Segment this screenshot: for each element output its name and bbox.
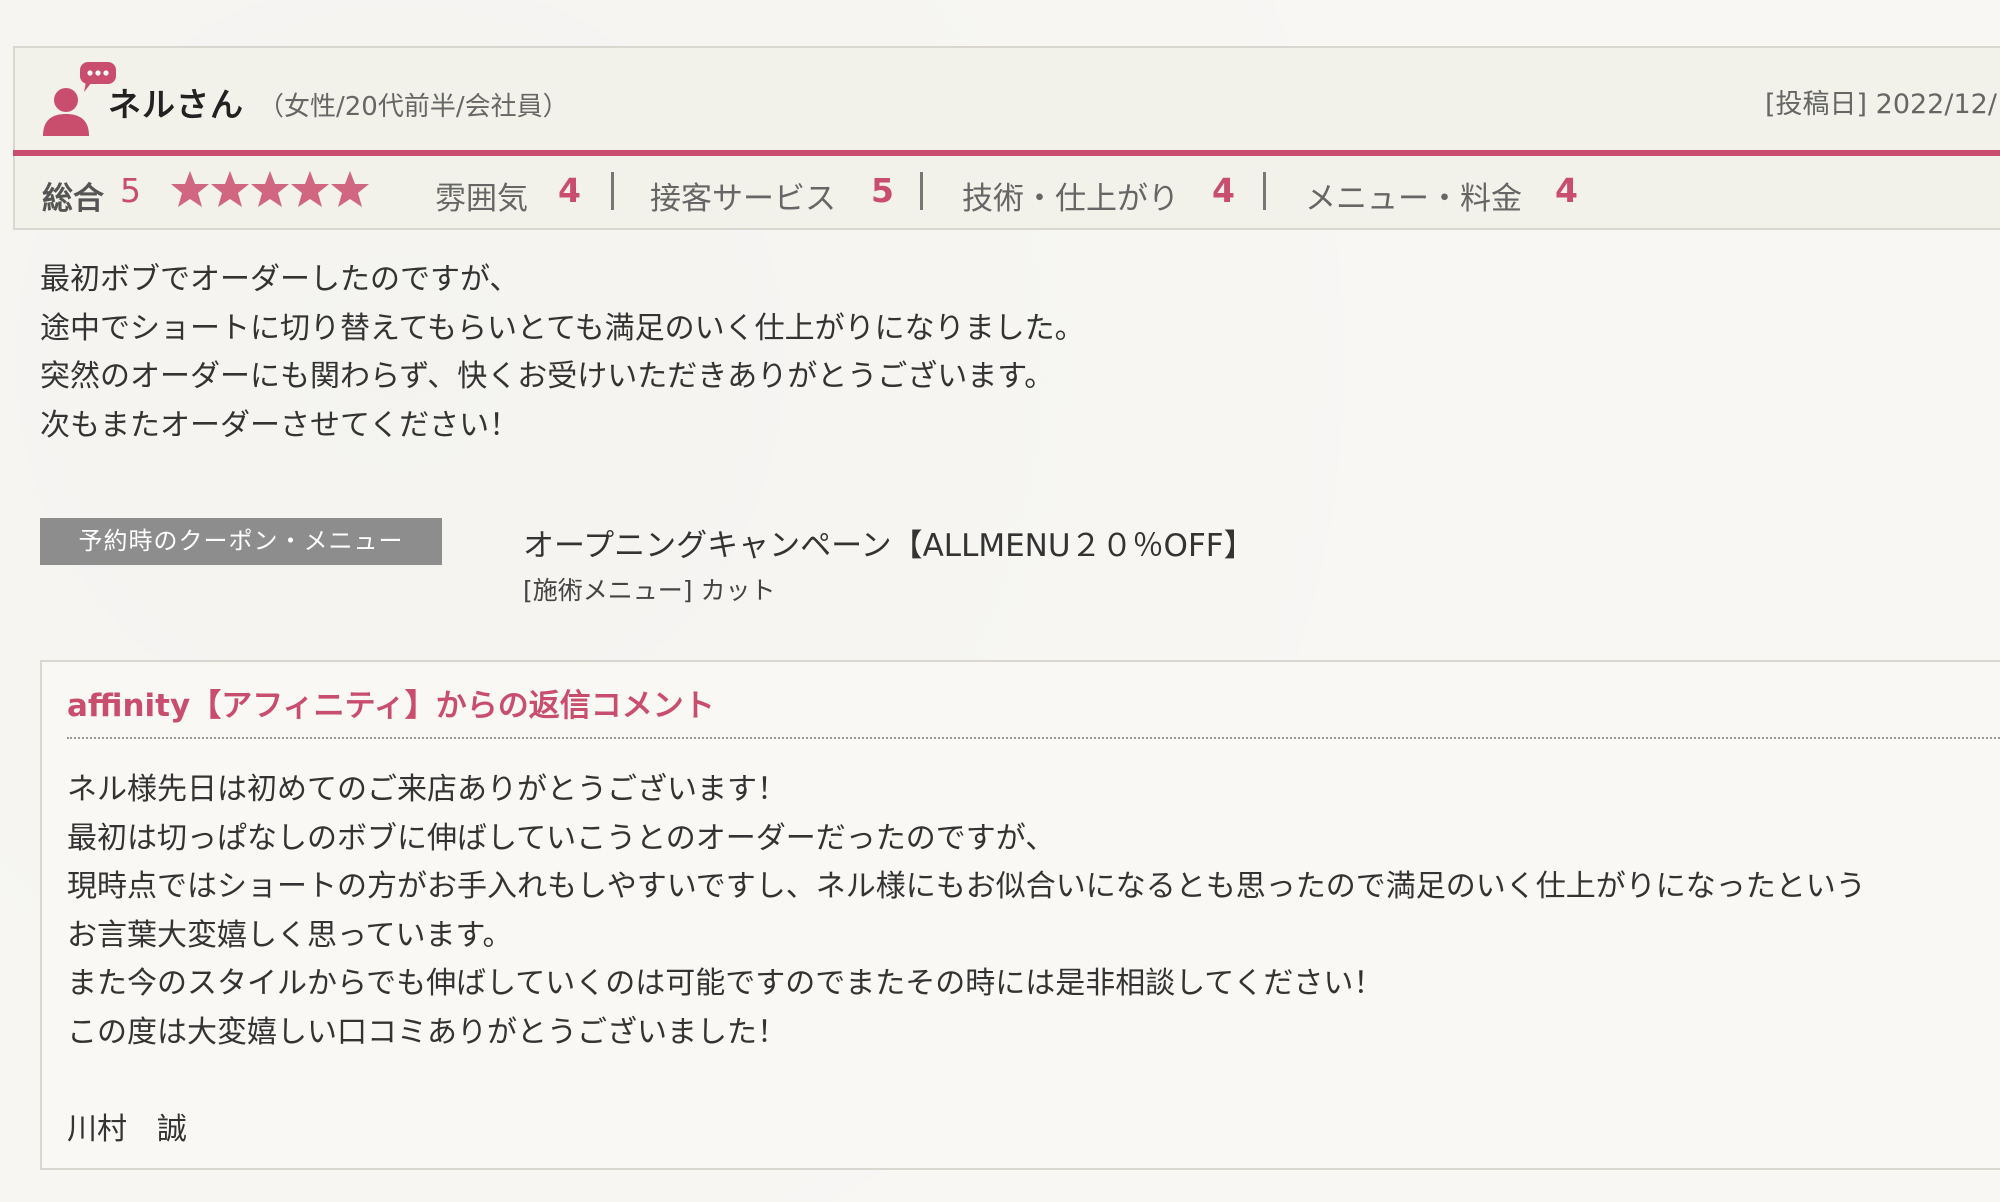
rating-separator	[611, 172, 614, 210]
rating-value-service: 5	[871, 171, 894, 210]
star-icon	[331, 171, 369, 207]
rating-label-menu-price: メニュー・料金	[1305, 181, 1522, 217]
star-icon	[211, 171, 249, 207]
star-icon	[171, 171, 209, 207]
coupon-menu: [施術メニュー] カット	[523, 576, 776, 605]
rating-label-service: 接客サービス	[650, 181, 836, 217]
overall-rating-value: 5	[120, 171, 141, 210]
reply-text-line: この度は大変嬉しい口コミありがとうございました！	[67, 1014, 787, 1050]
review-text-line: 途中でショートに切り替えてもらいとても満足のいく仕上がりになりました。	[40, 310, 1085, 346]
reply-divider	[67, 737, 2000, 739]
coupon-label-badge: 予約時のクーポン・メニュー	[40, 518, 442, 565]
star-icon	[291, 171, 329, 207]
reply-text-line: ネル様先日は初めてのご来店ありがとうございます！	[67, 772, 787, 807]
rating-label-atmosphere: 雰囲気	[435, 181, 528, 217]
rating-separator	[1263, 172, 1266, 210]
reply-signature: 川村 誠	[67, 1111, 187, 1147]
rating-label-technique: 技術・仕上がり	[962, 181, 1179, 217]
reply-text-line: 現時点ではショートの方がお手入れもしやすいですし、ネル様にもお似合いになるとも思…	[67, 869, 1866, 904]
rating-value-menu-price: 4	[1555, 171, 1578, 210]
overall-rating-label: 総合	[42, 181, 104, 217]
rating-separator	[920, 172, 923, 210]
reply-body: ネル様先日は初めてのご来店ありがとうございます！ 最初は切っぱなしのボブに伸ばし…	[67, 766, 2000, 1154]
reviewer-name: ネルさん	[108, 85, 244, 124]
review-page: ネルさん （女性/20代前半/会社員） [投稿日] 2022/12/ 総合 5 …	[0, 0, 2000, 1202]
review-text-line: 突然のオーダーにも関わらず、快くお受けいただきありがとうございます。	[40, 359, 1055, 394]
coupon-title: オープニングキャンペーン【ALLMENU２０％OFF】	[523, 528, 1255, 564]
reviewer-meta: （女性/20代前半/会社員）	[258, 92, 569, 122]
post-date: [投稿日] 2022/12/	[1765, 89, 1997, 120]
reply-text-line: お言葉大変嬉しく思っています。	[67, 917, 513, 953]
star-icon	[251, 171, 289, 207]
review-text-line: 最初ボブでオーダーしたのですが、	[40, 262, 520, 297]
rating-value-technique: 4	[1212, 171, 1235, 210]
review-text-line: 次もまたオーダーさせてください！	[40, 407, 520, 443]
reply-text-line: 最初は切っぱなしのボブに伸ばしていこうとのオーダーだったのですが、	[67, 820, 1056, 856]
star-rating	[170, 168, 370, 210]
reply-text-line: また今のスタイルからでも伸ばしていくのは可能ですのでまたその時には是非相談してく…	[67, 966, 1384, 1001]
rating-value-atmosphere: 4	[558, 171, 581, 210]
reply-text-line	[67, 1057, 2000, 1106]
reply-title: affinity【アフィニティ】からの返信コメント	[67, 688, 715, 724]
review-body: 最初ボブでオーダーしたのですが、 途中でショートに切り替えてもらいとても満足のい…	[40, 256, 1940, 450]
